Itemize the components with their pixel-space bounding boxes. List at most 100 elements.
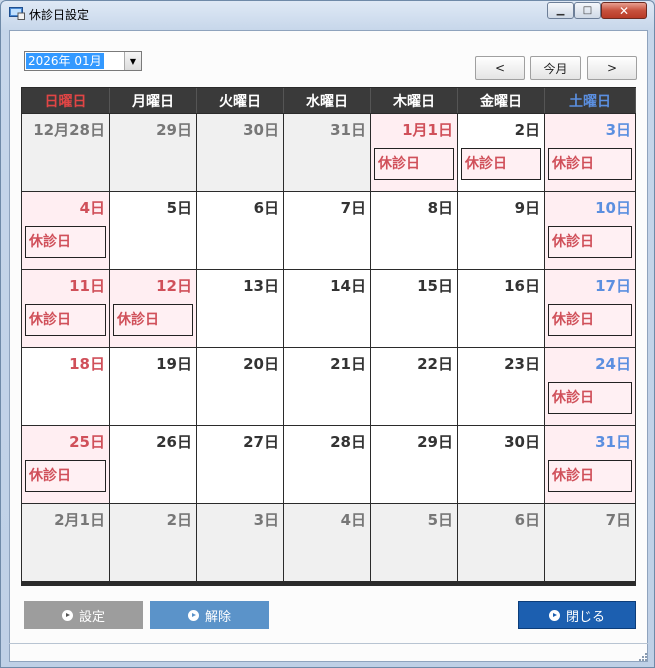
day-number: 4日 [79, 199, 105, 217]
calendar-day-cell[interactable]: 30日 [197, 114, 283, 191]
calendar-day-cell[interactable]: 23日 [458, 348, 544, 425]
calendar-day-cell[interactable]: 20日 [197, 348, 283, 425]
day-number: 10日 [595, 199, 631, 217]
day-number: 17日 [595, 277, 631, 295]
prev-month-button[interactable]: < [475, 56, 525, 80]
closed-day-badge: 休診日 [25, 226, 106, 258]
day-number: 31日 [330, 121, 366, 139]
set-button[interactable]: 設定 [24, 601, 143, 629]
weekday-header: 木曜日 [371, 88, 458, 113]
closed-day-badge: 休診日 [548, 304, 632, 336]
day-number: 22日 [417, 355, 453, 373]
calendar-day-cell[interactable]: 9日 [458, 192, 544, 269]
calendar-day-cell[interactable]: 3日 休診日 [545, 114, 635, 191]
day-number: 26日 [156, 433, 192, 451]
day-number: 30日 [243, 121, 279, 139]
calendar-day-cell[interactable]: 7日 [545, 504, 635, 581]
app-window: 休診日設定 ▁ □ ✕ 2026年 01月 ▼ < 今月 > 日曜日 月曜日 火曜日… [0, 0, 655, 668]
calendar-day-cell[interactable]: 31日 休診日 [545, 426, 635, 503]
clear-button[interactable]: 解除 [150, 601, 269, 629]
minimize-button[interactable]: ▁ [547, 2, 574, 19]
weekday-header: 金曜日 [458, 88, 545, 113]
calendar-day-cell[interactable]: 13日 [197, 270, 283, 347]
close-window-button[interactable]: ✕ [601, 2, 647, 19]
day-number: 4日 [340, 511, 366, 529]
calendar-day-cell[interactable]: 6日 [197, 192, 283, 269]
month-select[interactable]: 2026年 01月 ▼ [24, 51, 142, 71]
calendar-day-cell[interactable]: 15日 [371, 270, 457, 347]
day-number: 7日 [605, 511, 631, 529]
calendar-day-cell[interactable]: 7日 [284, 192, 370, 269]
weekday-header: 水曜日 [284, 88, 371, 113]
day-number: 6日 [253, 199, 279, 217]
calendar-grid: 日曜日 月曜日 火曜日 水曜日 木曜日 金曜日 土曜日 12月28日 29日 30日 31日 1月1日… [21, 87, 636, 586]
calendar-day-cell[interactable]: 19日 [110, 348, 196, 425]
closed-day-badge: 休診日 [25, 304, 106, 336]
day-number: 28日 [330, 433, 366, 451]
calendar-day-cell[interactable]: 25日 休診日 [22, 426, 109, 503]
calendar-day-cell[interactable]: 12日 休診日 [110, 270, 196, 347]
maximize-button[interactable]: □ [574, 2, 601, 19]
dialog-body: 2026年 01月 ▼ < 今月 > 日曜日 月曜日 火曜日 水曜日 木曜日 金曜日 土曜日… [9, 30, 648, 662]
status-divider [9, 643, 648, 644]
weekday-header: 月曜日 [110, 88, 197, 113]
calendar-day-cell[interactable]: 2日 休診日 [458, 114, 544, 191]
calendar-day-cell[interactable]: 14日 [284, 270, 370, 347]
weekday-header: 土曜日 [545, 88, 636, 113]
calendar-day-cell[interactable]: 16日 [458, 270, 544, 347]
arrow-circle-icon [61, 609, 73, 621]
calendar-day-cell[interactable]: 3日 [197, 504, 283, 581]
day-number: 13日 [243, 277, 279, 295]
calendar-day-cell[interactable]: 18日 [22, 348, 109, 425]
calendar-day-cell[interactable]: 29日 [110, 114, 196, 191]
calendar-day-cell[interactable]: 22日 [371, 348, 457, 425]
closed-day-badge: 休診日 [548, 226, 632, 258]
calendar-day-cell[interactable]: 8日 [371, 192, 457, 269]
calendar-day-cell[interactable]: 4日休診日 [22, 192, 109, 269]
calendar-day-cell[interactable]: 21日 [284, 348, 370, 425]
resize-grip-icon[interactable] [638, 652, 648, 662]
calendar-day-cell[interactable]: 30日 [458, 426, 544, 503]
current-month-button[interactable]: 今月 [530, 56, 581, 80]
day-number: 12日 [156, 277, 192, 295]
day-number: 2日 [166, 511, 192, 529]
day-number: 29日 [417, 433, 453, 451]
day-number: 16日 [504, 277, 540, 295]
calendar-day-cell[interactable]: 4日 [284, 504, 370, 581]
calendar-day-cell[interactable]: 1月1日 休診日 [371, 114, 457, 191]
calendar-day-cell[interactable]: 5日 [371, 504, 457, 581]
next-month-button[interactable]: > [587, 56, 637, 80]
day-number: 21日 [330, 355, 366, 373]
close-button-label: 閉じる [565, 609, 605, 625]
close-button[interactable]: 閉じる [518, 601, 636, 629]
calendar-day-cell[interactable]: 28日 [284, 426, 370, 503]
day-number: 24日 [595, 355, 631, 373]
day-number: 30日 [504, 433, 540, 451]
calendar-day-cell[interactable]: 17日休診日 [545, 270, 635, 347]
calendar-day-cell[interactable]: 5日 [110, 192, 196, 269]
calendar-day-cell[interactable]: 26日 [110, 426, 196, 503]
title-bar[interactable]: 休診日設定 ▁ □ ✕ [1, 1, 654, 27]
day-number: 31日 [595, 433, 631, 451]
dropdown-arrow-icon[interactable]: ▼ [124, 52, 141, 70]
weekday-header: 火曜日 [197, 88, 284, 113]
closed-day-badge: 休診日 [548, 148, 632, 180]
closed-day-badge: 休診日 [461, 148, 541, 180]
calendar-day-cell[interactable]: 11日 休診日 [22, 270, 109, 347]
calendar-day-cell[interactable]: 27日 [197, 426, 283, 503]
day-number: 15日 [417, 277, 453, 295]
day-number: 29日 [156, 121, 192, 139]
calendar-day-cell[interactable]: 10日休診日 [545, 192, 635, 269]
day-number: 5日 [427, 511, 453, 529]
calendar-day-cell[interactable]: 29日 [371, 426, 457, 503]
calendar-day-cell[interactable]: 24日 休診日 [545, 348, 635, 425]
day-number: 6日 [514, 511, 540, 529]
day-number: 7日 [340, 199, 366, 217]
calendar-day-cell[interactable]: 12月28日 [22, 114, 109, 191]
calendar-day-cell[interactable]: 2月1日 [22, 504, 109, 581]
day-number: 25日 [69, 433, 105, 451]
calendar-day-cell[interactable]: 2日 [110, 504, 196, 581]
clear-button-label: 解除 [204, 609, 231, 625]
calendar-day-cell[interactable]: 6日 [458, 504, 544, 581]
calendar-day-cell[interactable]: 31日 [284, 114, 370, 191]
